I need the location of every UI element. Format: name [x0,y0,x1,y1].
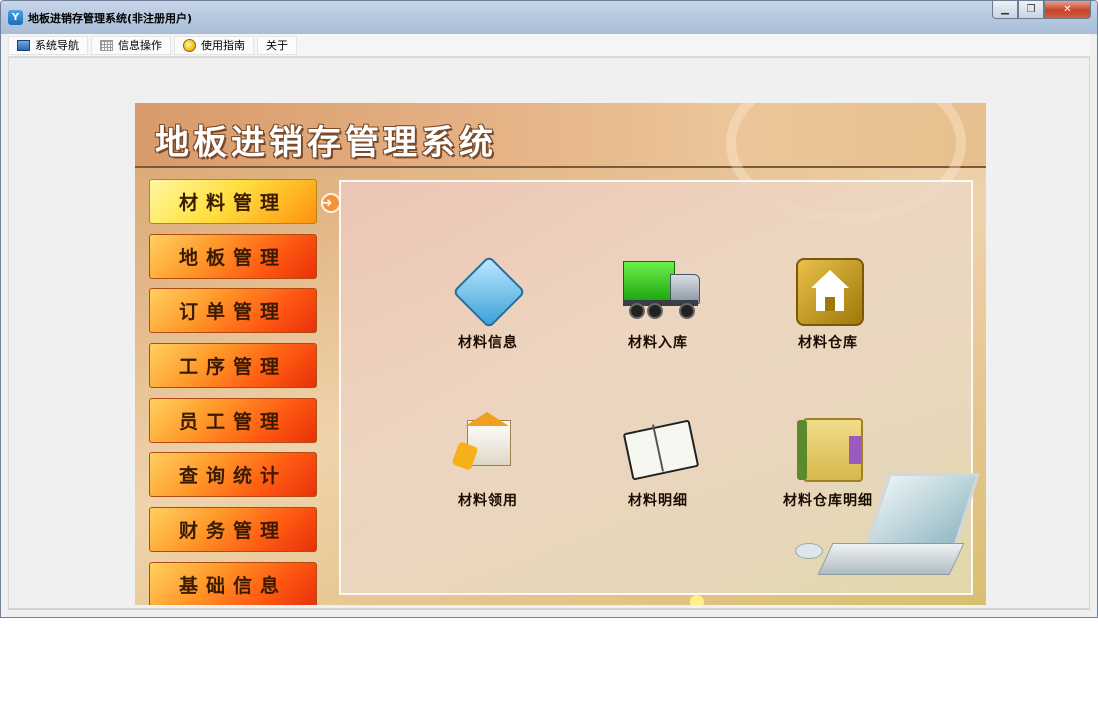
banner-title: 地板进销存管理系统 [155,123,497,163]
tile-material-requisition[interactable]: 材料领用 [418,412,558,510]
arrow-right-icon: ➜ [321,193,341,213]
sidebar-item-floor[interactable]: 地板管理 [149,233,317,279]
banner: 地板进销存管理系统 [135,103,986,223]
app-logo-icon: Y [8,10,23,25]
tile-material-detail[interactable]: 材料明细 [588,414,728,510]
menu-item-info-ops[interactable]: 信息操作 [91,35,171,55]
main-panel: 地板进销存管理系统 材料管理 ➜ 地板管理 订单管理 工序管理 员工管理 查询统… [135,103,986,605]
sidebar-item-query[interactable]: 查询统计 [149,452,317,498]
tile-label: 材料仓库 [798,335,858,351]
warehouse-icon [793,256,864,326]
menu-item-label: 关于 [266,39,288,52]
sidebar-item-material[interactable]: 材料管理 ➜ [149,179,341,224]
sidebar-item-order[interactable]: 订单管理 [149,288,317,334]
grid-icon [100,39,113,51]
sidebar-item-label: 基础信息 [178,574,287,597]
tile-material-inbound[interactable]: 材料入库 [588,256,728,352]
tile-label: 材料信息 [458,335,518,351]
sidebar-item-label: 地板管理 [178,246,287,269]
sidebar-item-label: 财务管理 [178,520,287,543]
menu-item-label: 系统导航 [35,39,79,52]
minimize-icon: ▁ [1001,4,1009,15]
tile-label: 材料领用 [458,493,518,509]
close-button[interactable]: ✕ [1044,1,1091,19]
menu-item-guide[interactable]: 使用指南 [174,35,254,55]
status-bar [8,609,1090,614]
sidebar-item-process[interactable]: 工序管理 [149,343,317,389]
sidebar-item-employee[interactable]: 员工管理 [149,397,317,443]
decoration-glow [690,595,704,605]
sidebar: 材料管理 ➜ 地板管理 订单管理 工序管理 员工管理 查询统计 财务管理 基础信… [149,179,341,605]
monitor-icon [17,39,30,51]
tile-label: 材料入库 [628,335,688,351]
window-title: 地板进销存管理系统(非注册用户) [28,12,193,25]
restore-icon: ❐ [1026,4,1036,15]
tile-material-warehouse[interactable]: 材料仓库 [758,256,898,352]
menu-item-system-nav[interactable]: 系统导航 [8,35,88,55]
notebook-icon [622,414,700,484]
sidebar-item-basic-info[interactable]: 基础信息 [149,561,317,605]
sidebar-item-label: 订单管理 [178,301,287,324]
tile-material-info[interactable]: 材料信息 [418,255,558,352]
sidebar-item-finance[interactable]: 财务管理 [149,507,317,553]
menu-item-label: 信息操作 [118,39,162,52]
truck-icon [623,256,700,326]
menu-item-about[interactable]: 关于 [257,35,297,55]
guide-icon [183,38,196,52]
window-controls: ▁ ❐ ✕ [992,1,1091,20]
close-icon: ✕ [1063,4,1072,15]
menu-item-label: 使用指南 [201,39,245,52]
laptop-illustration [795,453,980,593]
restore-button[interactable]: ❐ [1018,1,1044,19]
minimize-button[interactable]: ▁ [992,1,1018,19]
sidebar-item-label: 员工管理 [178,410,287,433]
sidebar-item-label: 工序管理 [178,356,287,379]
book-icon [452,255,526,329]
menu-bar: 系统导航 信息操作 使用指南 关于 [8,34,1090,57]
sidebar-item-label: 材料管理 [178,192,287,214]
tile-label: 材料明细 [628,493,688,509]
building-icon [451,412,523,484]
title-bar[interactable]: Y 地板进销存管理系统(非注册用户) ▁ ❐ ✕ [1,1,1097,34]
sidebar-item-label: 查询统计 [178,465,287,488]
